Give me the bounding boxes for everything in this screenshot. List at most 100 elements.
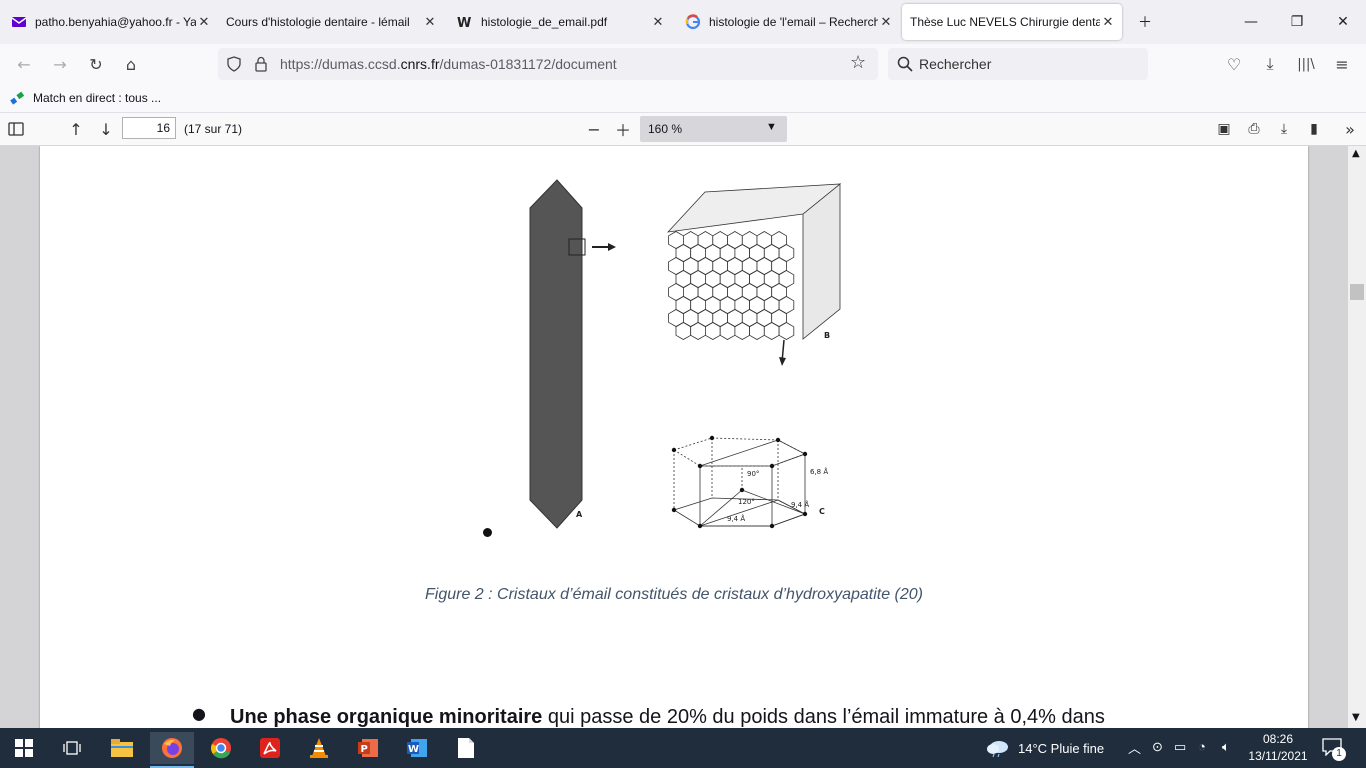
zoom-out-icon[interactable]: − xyxy=(582,117,606,141)
next-page-icon[interactable]: ↓ xyxy=(94,117,118,141)
sidebar-toggle-icon[interactable] xyxy=(4,117,28,141)
minimize-icon[interactable]: — xyxy=(1228,0,1274,44)
scroll-up-icon[interactable]: ▲ xyxy=(1352,148,1360,159)
clock-date[interactable]: 13/11/2021 xyxy=(1248,749,1308,763)
close-window-icon[interactable]: ✕ xyxy=(1320,0,1366,44)
tab-cours-histologie[interactable]: Cours d'histologie dentaire - lémail ✕ xyxy=(218,0,444,44)
pdf-viewer[interactable]: A B 90° 120° 6,8 Å 9,4 Å 9,4 Å C Figure … xyxy=(0,146,1348,728)
library-icon[interactable]: |||\ xyxy=(1294,52,1318,76)
windows-taskbar: P W 14°C Pluie fine ︿ ⊙ ▭ ◔ 🔈︎ 08:26 13/… xyxy=(0,728,1366,768)
zoom-in-icon[interactable]: ＋ xyxy=(611,117,635,141)
home-icon[interactable]: ⌂ xyxy=(119,52,143,76)
label-b: B xyxy=(824,331,830,340)
list-bullet: ● xyxy=(192,704,206,723)
tab-title: histologie de 'l'email – Recherch xyxy=(709,15,878,29)
reload-icon[interactable]: ↻ xyxy=(84,52,108,76)
menu-icon[interactable]: ≡ xyxy=(1330,52,1354,76)
angle-120: 120° xyxy=(738,498,755,506)
weather-cloud-icon[interactable] xyxy=(982,732,1014,764)
navigation-bar: ← → ↻ ⌂ https://dumas.ccsd.cnrs.fr/dumas… xyxy=(0,44,1366,84)
scroll-thumb[interactable] xyxy=(1350,284,1364,300)
meet-now-icon[interactable]: ⊙ xyxy=(1152,739,1163,755)
close-tab-icon[interactable]: ✕ xyxy=(650,15,666,30)
file-explorer-icon[interactable] xyxy=(106,732,138,764)
figure-caption: Figure 2 : Cristaux d’émail constitués d… xyxy=(425,586,923,603)
acrobat-icon[interactable] xyxy=(254,732,286,764)
svg-text:W: W xyxy=(408,744,419,755)
angle-90: 90° xyxy=(747,470,759,478)
tab-title: Thèse Luc NEVELS Chirurgie dentair xyxy=(910,15,1100,29)
close-tab-icon[interactable]: ✕ xyxy=(878,15,894,30)
bookmark-star-icon[interactable]: ☆ xyxy=(850,52,866,73)
svg-text:P: P xyxy=(361,744,368,755)
weather-text[interactable]: 14°C Pluie fine xyxy=(1018,741,1104,756)
chevron-up-icon[interactable]: ︿ xyxy=(1128,738,1141,757)
tab-strip: patho.benyahia@yahoo.fr - Yah ✕ Cours d'… xyxy=(0,0,1366,44)
tab-title: histologie_de_email.pdf xyxy=(481,15,608,29)
bullet-bold: Une phase organique minoritaire xyxy=(230,706,543,728)
task-view-icon[interactable] xyxy=(56,732,88,764)
forward-icon[interactable]: → xyxy=(48,52,72,76)
bookmark-item[interactable]: Match en direct : tous ... xyxy=(10,90,161,106)
figure-crystals: A B 90° 120° 6,8 Å 9,4 Å 9,4 Å C xyxy=(529,179,842,529)
previous-page-icon[interactable]: ↑ xyxy=(64,117,88,141)
back-icon[interactable]: ← xyxy=(12,52,36,76)
print-icon[interactable]: ⎙ xyxy=(1242,117,1266,141)
page-number-input[interactable]: 16 xyxy=(122,117,176,139)
restore-icon[interactable]: ❐ xyxy=(1274,0,1320,44)
bookmarks-toolbar: Match en direct : tous ... xyxy=(0,84,1366,113)
google-icon xyxy=(685,14,701,30)
label-a: A xyxy=(576,510,583,519)
bookmark-icon[interactable]: ▮ xyxy=(1302,117,1326,141)
tab-google-search[interactable]: histologie de 'l'email – Recherch ✕ xyxy=(674,0,900,44)
pocket-icon[interactable]: ♡ xyxy=(1222,52,1246,76)
firefox-taskbar-icon[interactable] xyxy=(150,732,194,768)
tools-icon[interactable]: » xyxy=(1338,117,1362,141)
shield-icon[interactable] xyxy=(226,56,242,72)
close-tab-icon[interactable]: ✕ xyxy=(196,15,212,30)
notification-icon[interactable]: 1 xyxy=(1322,738,1346,761)
new-tab-icon[interactable]: ＋ xyxy=(1122,0,1168,44)
url-text[interactable]: https://dumas.ccsd.cnrs.fr/dumas-0183117… xyxy=(280,56,617,72)
bullet-dot xyxy=(483,528,492,537)
tab-histologie-pdf[interactable]: W histologie_de_email.pdf ✕ xyxy=(446,0,672,44)
clock-time[interactable]: 08:26 xyxy=(1248,732,1308,746)
page-count: (17 sur 71) xyxy=(184,122,243,136)
tab-these-nevels[interactable]: Thèse Luc NEVELS Chirurgie dentair ✕ xyxy=(902,4,1122,40)
tab-title: Cours d'histologie dentaire - lémail xyxy=(226,15,410,29)
chevron-down-icon: ▼ xyxy=(766,121,777,133)
chrome-icon[interactable] xyxy=(205,732,237,764)
save-icon[interactable]: ⤓ xyxy=(1272,117,1296,141)
dim-94-bottom: 9,4 Å xyxy=(727,514,745,523)
windows-start-icon[interactable] xyxy=(8,732,40,764)
bullet-text: qui passe de 20% du poids dans l’émail i… xyxy=(542,706,1105,728)
powerpoint-icon[interactable]: P xyxy=(352,732,384,764)
tab-yahoo-mail[interactable]: patho.benyahia@yahoo.fr - Yah ✕ xyxy=(0,0,218,44)
paragraph-text: Une phase organique minoritaire qui pass… xyxy=(230,706,1105,728)
scroll-down-icon[interactable]: ▼ xyxy=(1352,712,1360,723)
mail-icon xyxy=(11,17,27,27)
search-box[interactable]: Rechercher xyxy=(888,48,1148,80)
dim-68: 6,8 Å xyxy=(810,467,828,476)
notepad-icon[interactable] xyxy=(450,732,482,764)
tab-title: patho.benyahia@yahoo.fr - Yah xyxy=(35,15,196,29)
search-placeholder: Rechercher xyxy=(919,56,992,72)
pdf-toolbar: ↑ ↓ 16 (17 sur 71) − ＋ 160 % ▼ ▣ ⎙ ⤓ ▮ » xyxy=(0,113,1366,146)
wifi-icon[interactable]: ◔ xyxy=(1198,739,1206,754)
svg-text:W: W xyxy=(457,16,471,30)
volume-icon[interactable]: 🔈︎ xyxy=(1222,739,1230,755)
presentation-mode-icon[interactable]: ▣ xyxy=(1212,117,1236,141)
close-tab-icon[interactable]: ✕ xyxy=(422,15,438,30)
download-icon[interactable]: ⤓ xyxy=(1258,52,1282,76)
lock-icon[interactable] xyxy=(254,56,268,72)
bookmark-label: Match en direct : tous ... xyxy=(33,91,162,105)
notification-count: 1 xyxy=(1332,747,1346,761)
word-icon[interactable]: W xyxy=(401,732,433,764)
vlc-icon[interactable] xyxy=(303,732,335,764)
vertical-scrollbar[interactable]: ▲ ▼ xyxy=(1348,146,1366,728)
zoom-select[interactable]: 160 % ▼ xyxy=(640,116,787,142)
search-icon xyxy=(897,56,913,72)
battery-icon[interactable]: ▭ xyxy=(1174,739,1186,755)
close-tab-icon[interactable]: ✕ xyxy=(1100,15,1116,30)
url-bar[interactable]: https://dumas.ccsd.cnrs.fr/dumas-0183117… xyxy=(218,48,878,80)
